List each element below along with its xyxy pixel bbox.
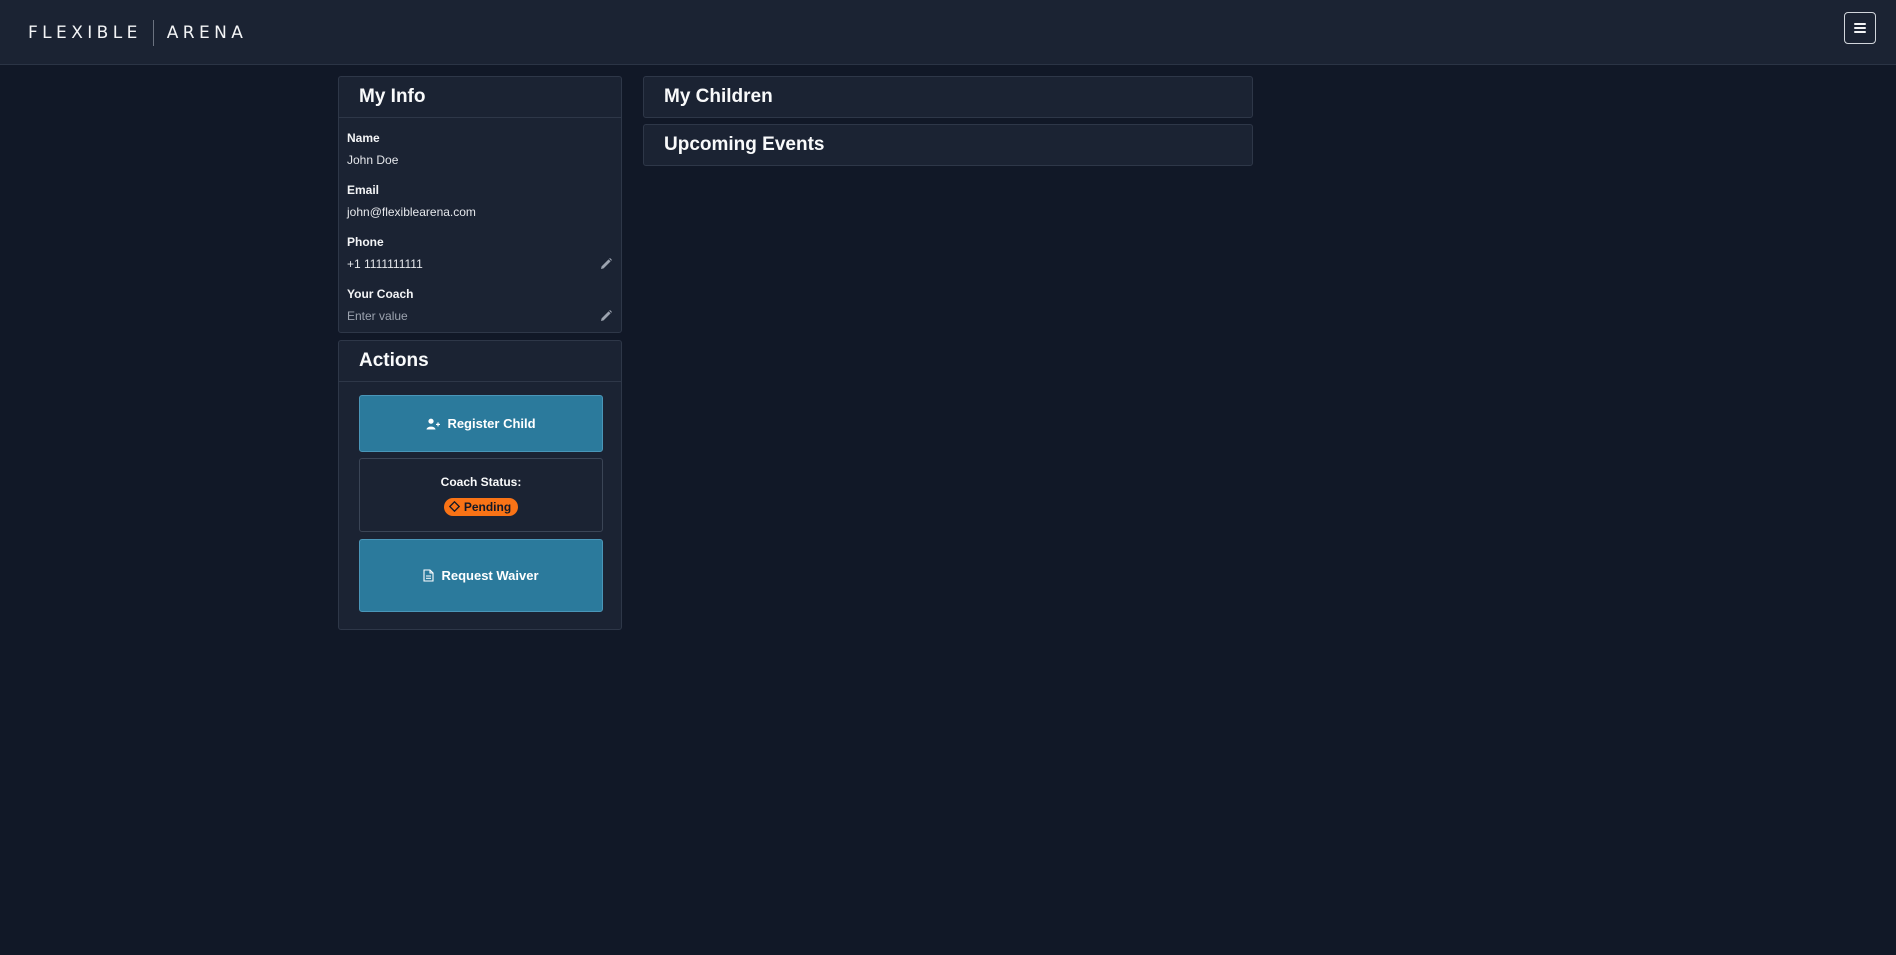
- top-navbar: FLEXIBLE ARENA: [0, 0, 1896, 65]
- pencil-edit-icon[interactable]: [599, 257, 613, 271]
- phone-field: Phone +1 1111111111: [347, 232, 613, 284]
- request-waiver-label: Request Waiver: [441, 568, 539, 583]
- register-child-label: Register Child: [447, 416, 536, 431]
- email-field: Email john@flexiblearena.com: [347, 180, 613, 232]
- status-badge-text: Pending: [463, 499, 512, 514]
- phone-value[interactable]: +1 1111111111: [347, 256, 613, 272]
- request-waiver-button[interactable]: Request Waiver: [359, 539, 603, 612]
- pencil-edit-icon[interactable]: [599, 309, 613, 323]
- coach-status-label: Coach Status:: [440, 474, 522, 489]
- flexible-arena-logo[interactable]: FLEXIBLE ARENA: [28, 20, 247, 46]
- name-label: Name: [347, 131, 380, 145]
- coach-value-placeholder[interactable]: Enter value: [347, 308, 613, 324]
- hamburger-menu-icon: [1854, 23, 1866, 33]
- email-label: Email: [347, 183, 380, 197]
- coach-status-panel: Coach Status: Pending: [359, 458, 603, 532]
- my-children-card[interactable]: My Children: [643, 76, 1253, 118]
- hamburger-menu-button[interactable]: [1844, 12, 1876, 44]
- actions-title: Actions: [339, 341, 621, 382]
- my-info-title: My Info: [339, 77, 621, 118]
- phone-label: Phone: [347, 235, 384, 249]
- upcoming-events-card[interactable]: Upcoming Events: [643, 124, 1253, 166]
- logo-divider: [152, 20, 154, 46]
- my-info-card: My Info Name John Doe Email john@flexibl…: [338, 76, 622, 333]
- logo-text-flexible: FLEXIBLE: [28, 23, 142, 43]
- upcoming-events-title: Upcoming Events: [664, 134, 825, 155]
- document-icon: [423, 569, 435, 582]
- register-child-button[interactable]: Register Child: [359, 395, 603, 452]
- my-children-title: My Children: [664, 86, 773, 107]
- diamond-status-icon: [448, 501, 460, 512]
- coach-label: Your Coach: [347, 287, 414, 301]
- status-badge: Pending: [443, 497, 519, 516]
- logo-text-arena: ARENA: [166, 23, 248, 43]
- actions-card: Actions Register Child Coach Status: Pen…: [338, 340, 622, 630]
- name-field: Name John Doe: [347, 128, 613, 180]
- user-plus-icon: [426, 418, 441, 429]
- name-value: John Doe: [347, 153, 399, 167]
- coach-field: Your Coach Enter value: [347, 284, 613, 336]
- email-value: john@flexiblearena.com: [347, 205, 476, 219]
